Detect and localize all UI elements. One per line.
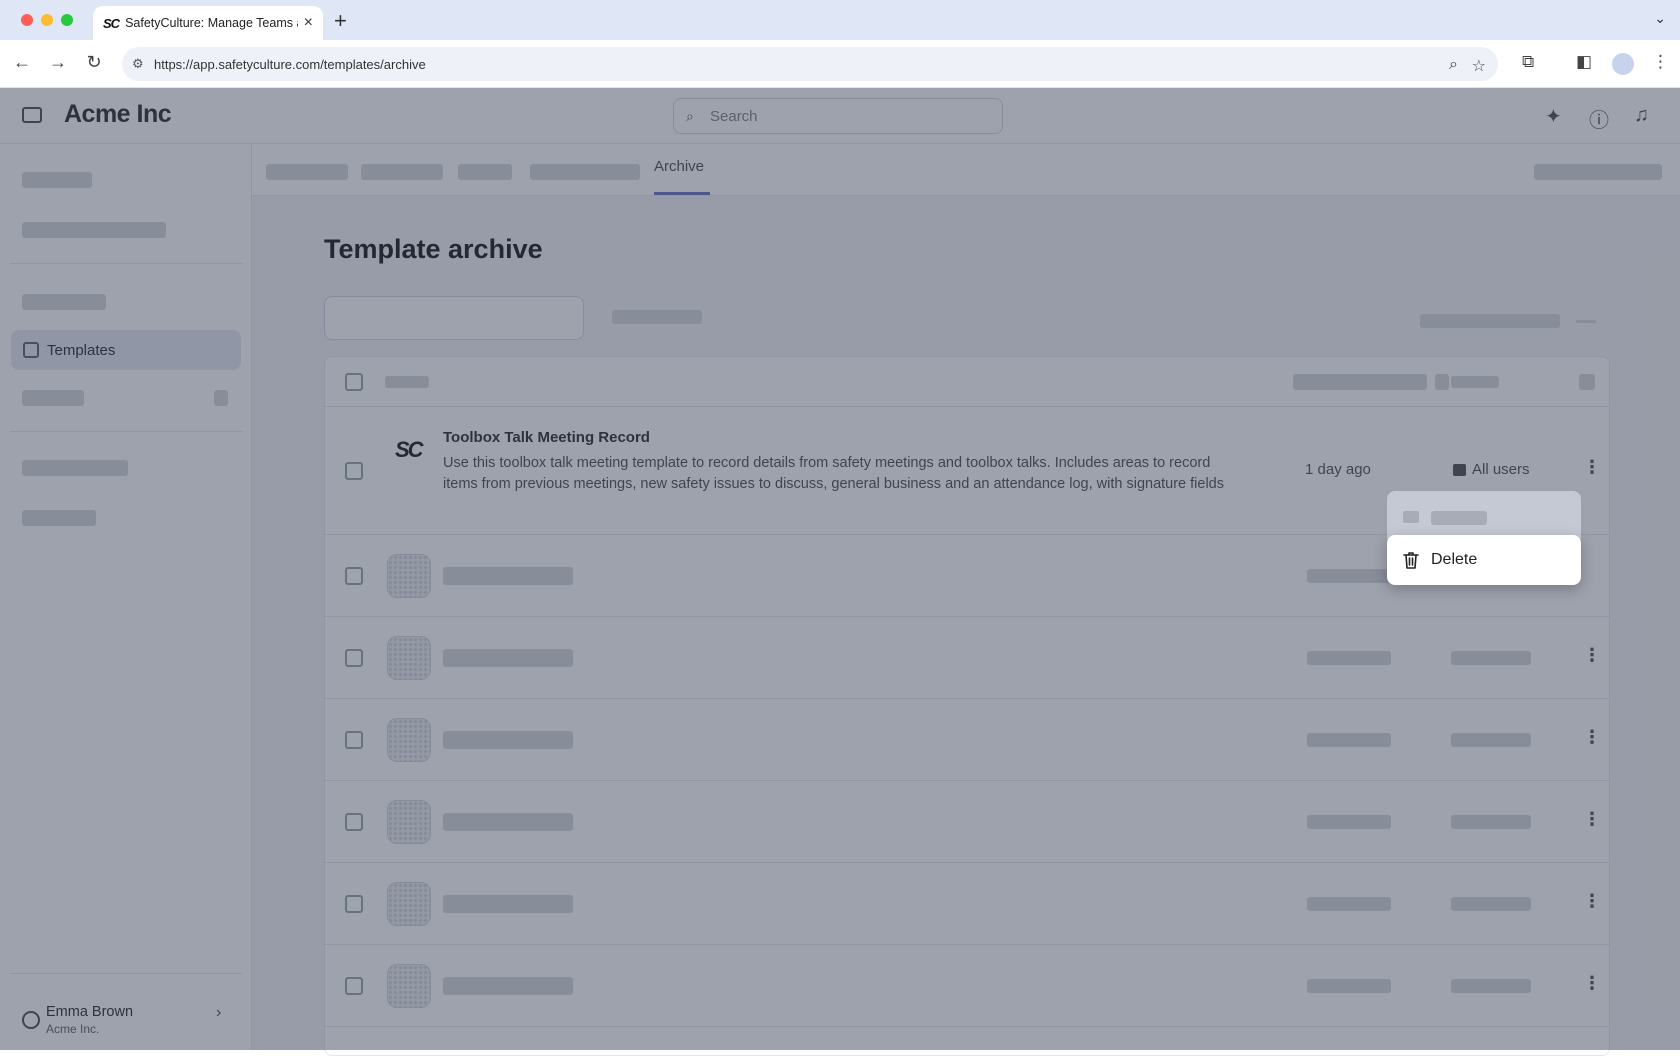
menu-item-placeholder (1387, 491, 1581, 539)
zoom-icon[interactable]: ⌕ (1449, 56, 1458, 74)
trash-icon (1403, 552, 1419, 569)
menu-item-icon-placeholder (1403, 511, 1419, 523)
delete-label: Delete (1431, 551, 1478, 568)
forward-icon[interactable]: → (46, 52, 70, 73)
tab-title: SafetyCulture: Manage Teams and... (125, 16, 298, 30)
delete-menu-item[interactable]: Delete (1387, 535, 1581, 585)
browser-tab[interactable]: SC SafetyCulture: Manage Teams and... × (93, 6, 323, 40)
extensions-icon[interactable]: ⧉ (1522, 52, 1534, 72)
chevron-down-icon[interactable]: ⌄ (1654, 10, 1666, 27)
star-icon[interactable]: ☆ (1472, 56, 1486, 76)
close-window-button[interactable] (21, 14, 33, 26)
url-text: https://app.safetyculture.com/templates/… (154, 56, 426, 72)
plus-icon[interactable]: + (334, 8, 347, 34)
more-vertical-icon[interactable]: ⋮ (1652, 52, 1669, 72)
minimize-window-button[interactable] (41, 14, 53, 26)
back-icon[interactable]: ← (10, 52, 34, 73)
side-panel-icon[interactable]: ◧ (1576, 52, 1592, 72)
favicon-icon: SC (103, 15, 120, 31)
browser-toolbar: ← → ↻ ⚙ https://app.safetyculture.com/te… (0, 40, 1680, 88)
site-settings-icon[interactable]: ⚙ (132, 56, 144, 72)
menu-item-label-placeholder (1431, 511, 1487, 525)
address-bar[interactable]: ⚙ https://app.safetyculture.com/template… (122, 47, 1498, 81)
maximize-window-button[interactable] (61, 14, 73, 26)
reload-icon[interactable]: ↻ (82, 52, 106, 73)
close-icon[interactable]: × (304, 14, 313, 32)
browser-window: SC SafetyCulture: Manage Teams and... × … (0, 0, 1680, 1056)
profile-avatar[interactable] (1612, 53, 1634, 75)
tab-strip: SC SafetyCulture: Manage Teams and... × … (0, 0, 1680, 40)
